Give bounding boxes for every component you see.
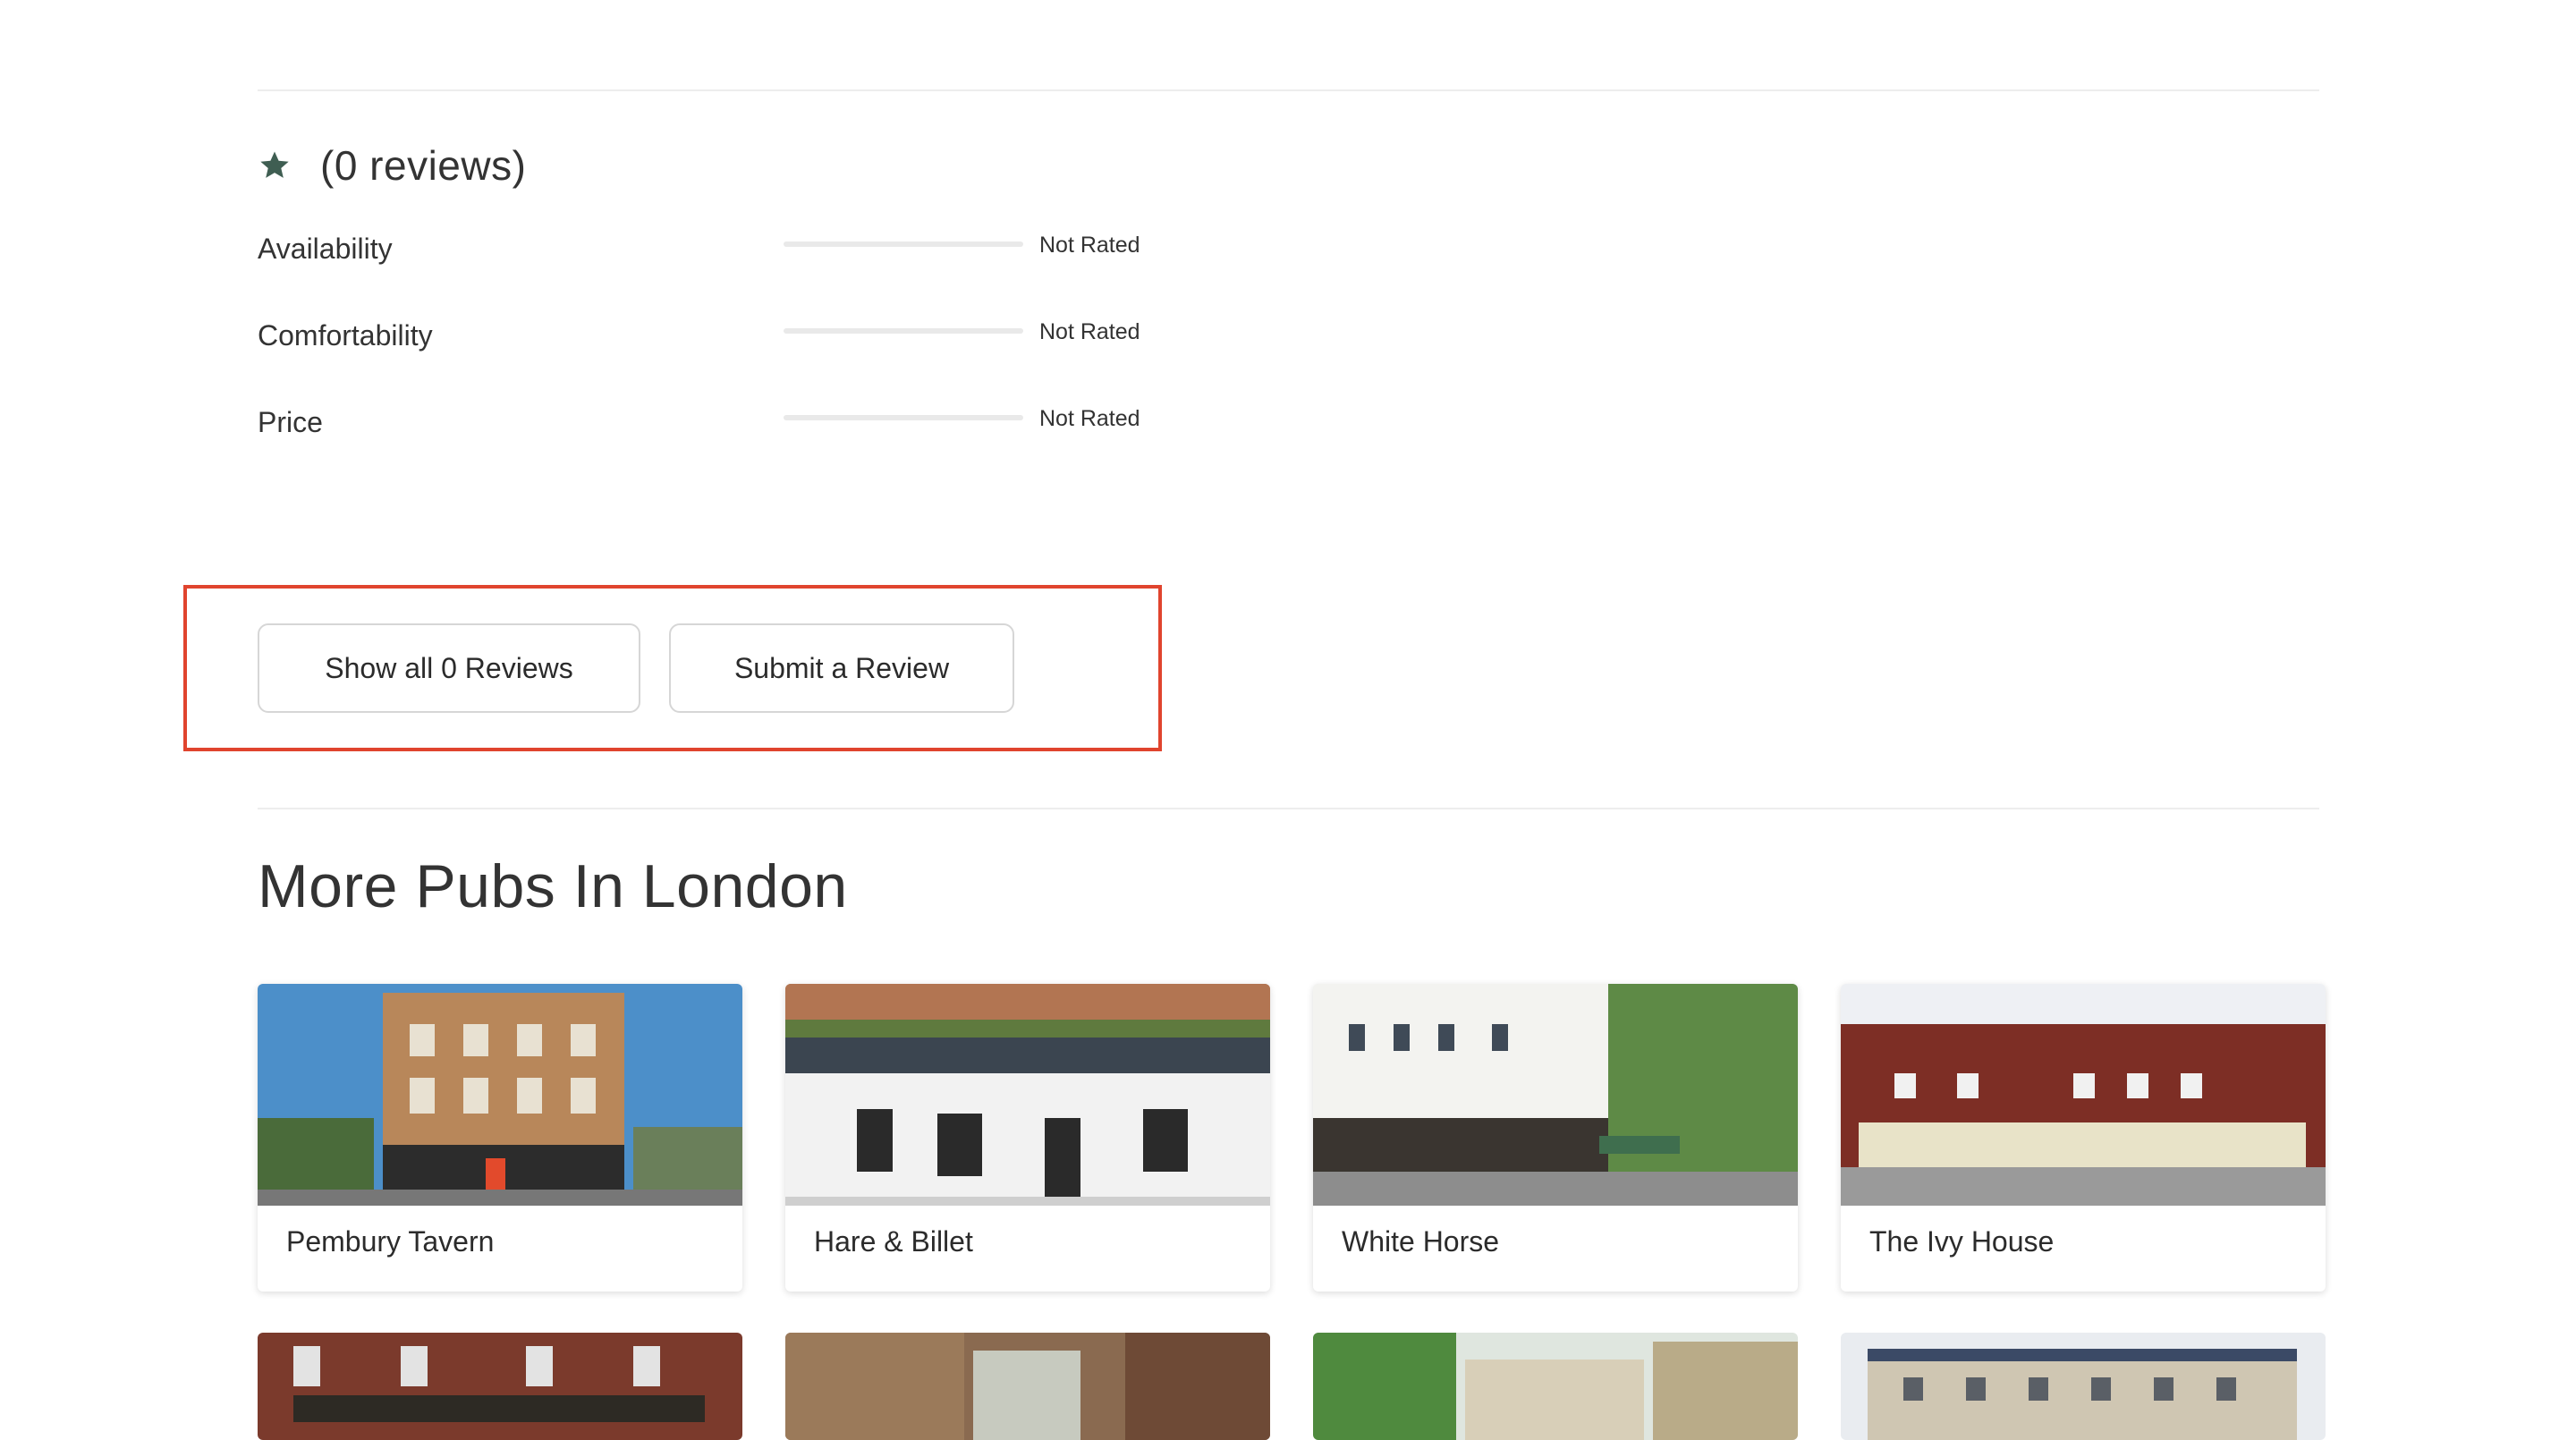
pub-card-white-horse[interactable]: White Horse <box>1313 984 1798 1292</box>
metric-label-availability: Availability <box>258 233 393 265</box>
pub-photo <box>785 1333 1270 1440</box>
rating-bar-availability <box>784 241 1023 247</box>
pub-photo <box>1313 1333 1798 1440</box>
submit-review-button[interactable]: Submit a Review <box>669 623 1014 713</box>
star-icon <box>258 148 292 182</box>
metric-value-price: Not Rated <box>1039 406 1140 431</box>
top-divider <box>258 89 2319 91</box>
review-count: (0 reviews) <box>320 142 527 189</box>
metric-label-comfortability: Comfortability <box>258 319 433 352</box>
pub-card-image-row2-3[interactable] <box>1313 1333 1798 1440</box>
more-pubs-title: More Pubs In London <box>258 852 848 920</box>
pub-card-pembury-tavern[interactable]: Pembury Tavern <box>258 984 742 1292</box>
pub-photo <box>258 984 742 1206</box>
pub-name: White Horse <box>1342 1225 1500 1258</box>
metric-value-comfortability: Not Rated <box>1039 319 1140 344</box>
pub-photo <box>785 984 1270 1206</box>
rating-bar-comfortability <box>784 328 1023 334</box>
pub-photo <box>1841 984 2326 1206</box>
pub-photo <box>258 1333 742 1440</box>
pub-card-image-row2-2[interactable] <box>785 1333 1270 1440</box>
pub-name: Hare & Billet <box>814 1225 973 1258</box>
pub-card-image-row2-1[interactable] <box>258 1333 742 1440</box>
pub-name: The Ivy House <box>1869 1225 2055 1258</box>
middle-divider <box>258 808 2319 809</box>
pub-photo <box>1841 1333 2326 1440</box>
metric-label-price: Price <box>258 406 323 438</box>
pub-card-the-ivy-house[interactable]: The Ivy House <box>1841 984 2326 1292</box>
rating-summary: (0 reviews) <box>258 141 526 190</box>
rating-bar-price <box>784 415 1023 420</box>
pub-card-image-row2-4[interactable] <box>1841 1333 2326 1440</box>
pub-card-hare-and-billet[interactable]: Hare & Billet <box>785 984 1270 1292</box>
metric-value-availability: Not Rated <box>1039 233 1140 258</box>
show-all-reviews-button[interactable]: Show all 0 Reviews <box>258 623 640 713</box>
pub-name: Pembury Tavern <box>286 1225 495 1258</box>
pub-photo <box>1313 984 1798 1206</box>
